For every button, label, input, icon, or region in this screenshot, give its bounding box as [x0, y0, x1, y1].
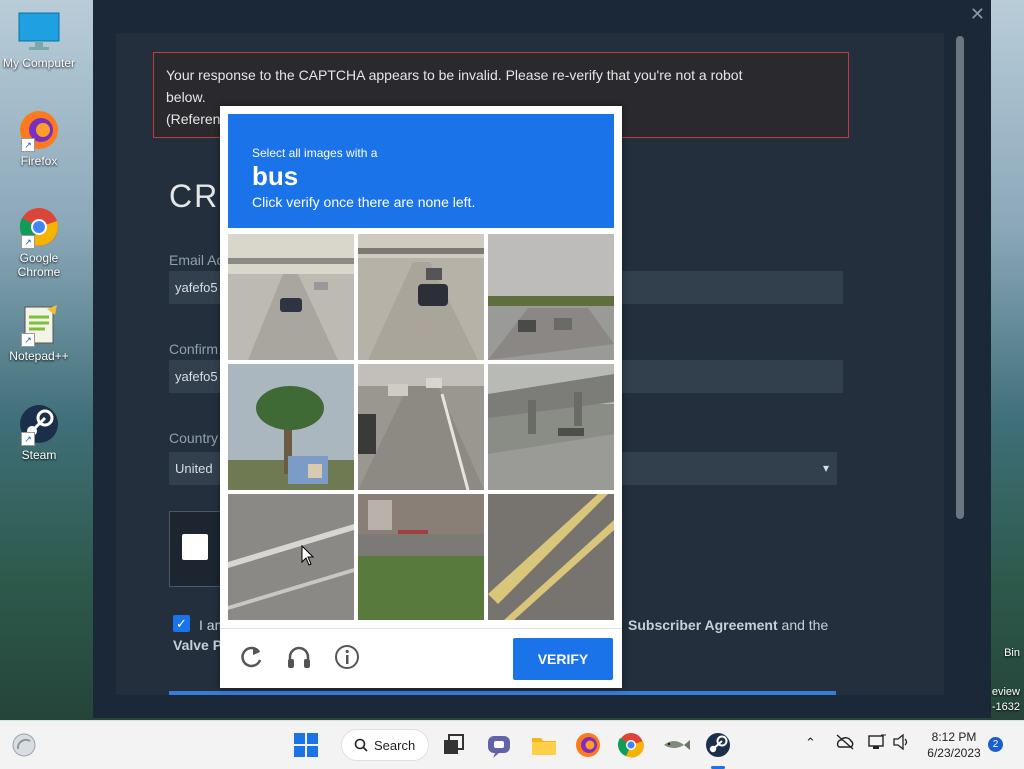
- captcha-tile[interactable]: [228, 494, 354, 620]
- desktop-icon-my-computer[interactable]: My Computer: [0, 10, 78, 70]
- desktop-edge-text: Bin: [1004, 647, 1020, 659]
- search-icon: [354, 738, 368, 752]
- confirm-email-label: Confirm: [169, 341, 219, 357]
- captcha-tile[interactable]: [488, 234, 614, 360]
- captcha-instruction-sub: Click verify once there are none left.: [252, 194, 476, 210]
- clock-time: 8:12 PM: [931, 730, 977, 744]
- captcha-tile[interactable]: [488, 494, 614, 620]
- captcha-tile[interactable]: [358, 234, 484, 360]
- firefox-taskbar-icon[interactable]: [572, 729, 604, 761]
- chrome-taskbar-icon[interactable]: [615, 729, 647, 761]
- taskbar: Search ⌃ 8:12 PM 6/23/2023 2: [0, 720, 1024, 769]
- verify-button[interactable]: VERIFY: [513, 638, 613, 680]
- task-view-icon[interactable]: [438, 729, 470, 761]
- captcha-tile[interactable]: [228, 234, 354, 360]
- agree-and-text: and the: [781, 617, 829, 633]
- clock-date: 6/23/2023: [927, 746, 981, 760]
- scrollbar[interactable]: [955, 34, 965, 694]
- start-icon[interactable]: [290, 729, 322, 761]
- desktop-icon-notepadpp[interactable]: ↗ Notepad++: [0, 303, 78, 363]
- captcha-challenge: Select all images with a bus Click verif…: [220, 106, 622, 688]
- monitor-icon: [17, 10, 61, 54]
- fish-app-icon[interactable]: [660, 729, 692, 761]
- steam-icon: ↗: [17, 402, 61, 446]
- search-label: Search: [374, 738, 416, 753]
- desktop-icon-label: Google Chrome: [17, 251, 61, 279]
- onedrive-offline-icon[interactable]: [835, 733, 855, 754]
- desktop-icon-label: Firefox: [20, 154, 58, 168]
- captcha-tile[interactable]: [358, 364, 484, 490]
- captcha-header: Select all images with a bus Click verif…: [228, 114, 614, 228]
- volume-icon[interactable]: [892, 733, 912, 754]
- captcha-footer: VERIFY: [220, 628, 622, 689]
- clock[interactable]: 8:12 PM 6/23/2023: [918, 729, 990, 761]
- subscriber-agreement-link[interactable]: Subscriber Agreement: [628, 617, 778, 633]
- desktop-icon-firefox[interactable]: ↗ Firefox: [0, 108, 78, 168]
- mouse-cursor-icon: [301, 545, 315, 566]
- desktop-icon-chrome[interactable]: ↗ Google Chrome: [0, 205, 78, 279]
- close-icon[interactable]: ✕: [970, 4, 985, 25]
- notification-badge[interactable]: 2: [988, 737, 1003, 752]
- refresh-icon[interactable]: [237, 643, 265, 671]
- agree-checkbox[interactable]: ✓: [173, 615, 190, 632]
- network-icon[interactable]: [867, 733, 887, 754]
- email-label: Email Ac: [169, 252, 224, 268]
- captcha-grid: [228, 234, 614, 620]
- widgets-icon[interactable]: [8, 729, 40, 761]
- country-label: Country: [169, 430, 219, 446]
- shortcut-arrow-icon: ↗: [21, 333, 35, 347]
- firefox-icon: ↗: [17, 108, 61, 152]
- captcha-tile[interactable]: [488, 364, 614, 490]
- info-icon[interactable]: [333, 643, 361, 671]
- desktop-icon-label: My Computer: [2, 56, 76, 70]
- desktop-icon-label: Notepad++: [9, 349, 69, 363]
- scrollbar-thumb[interactable]: [956, 36, 964, 519]
- captcha-instruction: Select all images with a: [252, 146, 378, 160]
- error-text: Your response to the CAPTCHA appears to …: [166, 67, 743, 83]
- teams-chat-icon[interactable]: [483, 729, 515, 761]
- desktop-icon-steam[interactable]: ↗ Steam: [0, 402, 78, 462]
- country-value: United: [175, 461, 213, 476]
- captcha-tile[interactable]: [228, 364, 354, 490]
- chrome-icon: ↗: [17, 205, 61, 249]
- captcha-tile[interactable]: [358, 494, 484, 620]
- file-explorer-icon[interactable]: [528, 729, 560, 761]
- chevron-down-icon: ▾: [822, 461, 829, 475]
- recaptcha-checkbox[interactable]: [182, 534, 208, 560]
- captcha-target: bus: [252, 161, 299, 191]
- shortcut-arrow-icon: ↗: [21, 432, 35, 446]
- error-text: below.: [166, 89, 206, 105]
- agreement-tail: Subscriber Agreement and the: [628, 615, 828, 635]
- shortcut-arrow-icon: ↗: [21, 138, 35, 152]
- desktop-edge-text: eview: [991, 686, 1020, 698]
- steam-taskbar-icon[interactable]: [702, 729, 734, 761]
- headphones-icon[interactable]: [285, 643, 313, 671]
- desktop-icon-label: Steam: [21, 448, 57, 462]
- page-title: CR: [169, 178, 220, 214]
- taskbar-search[interactable]: Search: [341, 729, 429, 761]
- shortcut-arrow-icon: ↗: [21, 235, 35, 249]
- desktop-edge-text: -1632: [991, 701, 1020, 713]
- continue-button[interactable]: [169, 691, 836, 695]
- notepadpp-icon: ↗: [17, 303, 61, 347]
- chevron-up-icon[interactable]: ⌃: [805, 735, 816, 751]
